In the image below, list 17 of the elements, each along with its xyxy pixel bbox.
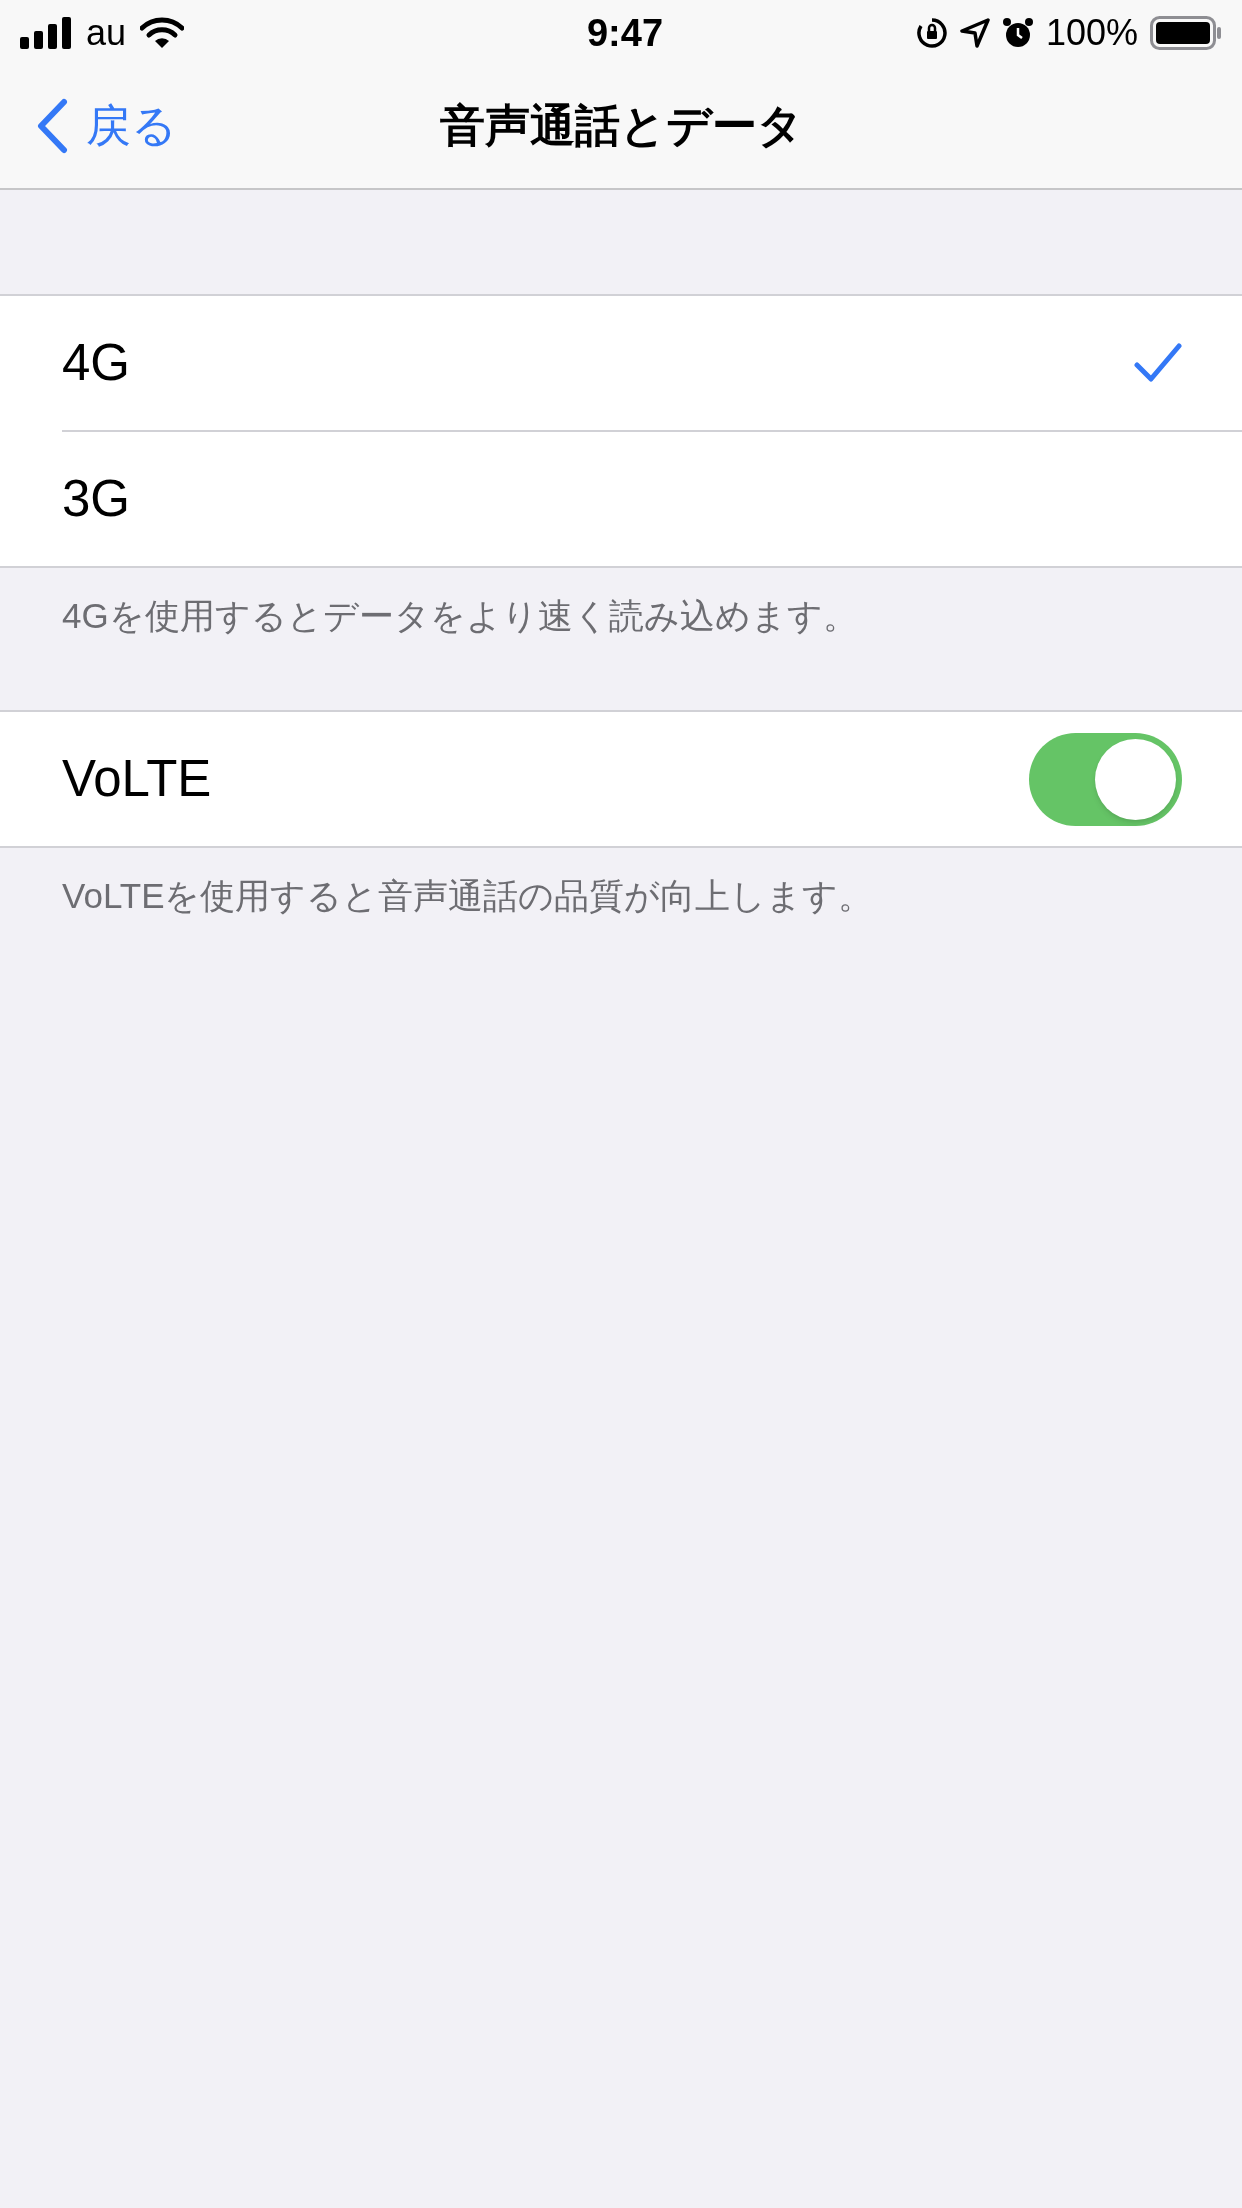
signal-icon xyxy=(20,17,72,49)
chevron-left-icon xyxy=(36,98,68,154)
location-arrow-icon xyxy=(959,18,990,48)
alarm-clock-icon xyxy=(1001,17,1034,49)
back-button[interactable]: 戻る xyxy=(0,92,177,160)
section-footer: 4Gを使用するとデータをより速く読み込めます。 xyxy=(62,596,858,635)
rotation-lock-icon xyxy=(915,17,948,49)
row-label: VoLTE xyxy=(62,748,212,809)
row-label: 4G xyxy=(62,332,131,393)
status-time: 9:47 xyxy=(586,10,663,56)
carrier-name: au xyxy=(86,11,127,55)
section-footer: VoLTEを使用すると音声通話の品質が向上します。 xyxy=(62,876,874,915)
page-title: 音声通話とデータ xyxy=(439,99,803,154)
battery-percentage: 100% xyxy=(1045,11,1138,55)
row-label: 3G xyxy=(62,468,131,529)
battery-icon xyxy=(1150,16,1222,50)
wifi-icon xyxy=(140,17,185,49)
